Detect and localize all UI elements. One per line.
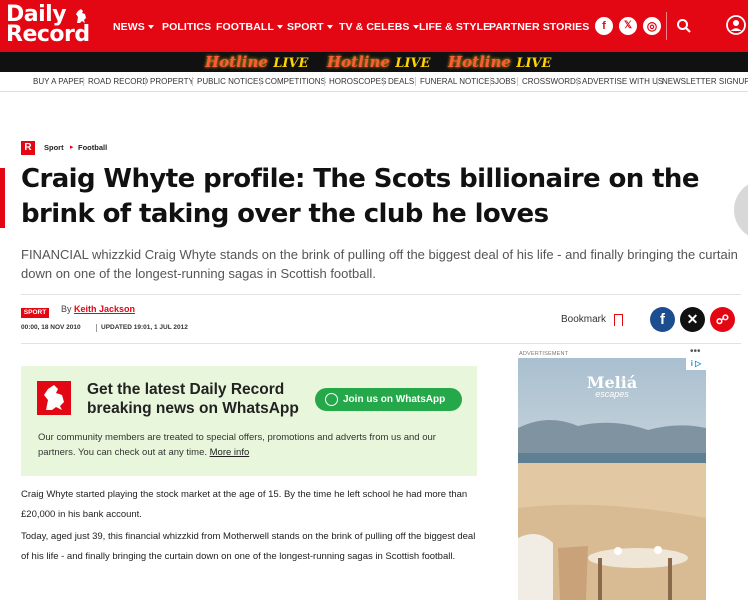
subnav-separator [324, 77, 325, 86]
subnav-road-record[interactable]: ROAD RECORD [88, 77, 148, 86]
share-facebook-icon[interactable]: f [650, 307, 675, 332]
share-x-icon[interactable]: ✕ [680, 307, 705, 332]
chevron-down-icon [326, 25, 333, 30]
advertisement-label: ADVERTISEMENT [519, 351, 569, 357]
subnav-separator [490, 77, 491, 86]
divider [21, 343, 741, 344]
bookmark-icon[interactable] [614, 314, 623, 331]
subnav-funeral-notices[interactable]: FUNERAL NOTICES [420, 77, 495, 86]
whatsapp-promo-text: Our community members are treated to spe… [38, 430, 468, 460]
whatsapp-promo-title: Get the latest Daily Record breaking new… [87, 381, 299, 417]
article-paragraph: Craig Whyte started playing the stock ma… [21, 489, 468, 520]
subnav-competitions[interactable]: COMPETITIONS [265, 77, 326, 86]
chevron-down-icon [276, 25, 283, 30]
join-whatsapp-label: Join us on WhatsApp [343, 394, 446, 405]
subnav-separator [145, 77, 146, 86]
subnav-advertise[interactable]: ADVERTISE WITH US [582, 77, 663, 86]
nav-item-sport[interactable]: SPORT [287, 21, 333, 33]
advertisement-banner[interactable]: Meliá escapes i ▷ [518, 358, 706, 600]
article-standfirst: FINANCIAL whizzkid Craig Whyte stands on… [21, 247, 738, 281]
search-icon[interactable] [676, 18, 692, 34]
chevron-down-icon [147, 25, 154, 30]
hotline-logo: Hotline LIVE [327, 53, 431, 71]
nav-item-news[interactable]: NEWS [113, 21, 154, 33]
sub-navigation-bar: BUY A PAPER ROAD RECORD PROPERTY PUBLIC … [0, 72, 748, 92]
instagram-icon[interactable]: ◎ [643, 17, 661, 35]
whatsapp-icon [325, 393, 338, 406]
ad-options-icon[interactable]: ••• [690, 346, 701, 357]
subnav-buy-a-paper[interactable]: BUY A PAPER [33, 77, 85, 86]
hotline-logo: Hotline LIVE [205, 53, 309, 71]
subnav-separator [517, 77, 518, 86]
nav-item-tv-celebs[interactable]: TV & CELEBS [339, 21, 419, 33]
byline-prefix: By [61, 304, 72, 314]
top-navigation-bar: Daily Record NEWS POLITICS FOOTBALL SPOR… [0, 0, 748, 52]
subnav-separator [657, 77, 658, 86]
melia-logo-tagline: escapes [595, 389, 629, 399]
hotline-logo: Hotline LIVE [448, 53, 552, 71]
nav-item-football[interactable]: FOOTBALL [216, 21, 283, 33]
nav-item-politics[interactable]: POLITICS [162, 21, 211, 33]
author-link[interactable]: Keith Jackson [74, 304, 135, 314]
join-whatsapp-button[interactable]: Join us on WhatsApp [315, 388, 462, 411]
chevron-down-icon [412, 25, 419, 30]
subnav-deals[interactable]: DEALS [388, 77, 414, 86]
daily-record-lion-logo [37, 381, 71, 415]
subnav-separator [260, 77, 261, 86]
logo-line-2: Record [6, 22, 90, 47]
side-scroll-handle[interactable] [734, 180, 748, 240]
sport-tag-badge[interactable]: SPORT [21, 308, 49, 318]
lion-rampant-icon [76, 9, 86, 23]
updated-date: UPDATED 19:01, 1 JUL 2012 [101, 324, 188, 331]
divider [21, 294, 741, 295]
subnav-horoscopes[interactable]: HOROSCOPES [329, 77, 386, 86]
x-icon[interactable]: 𝕏 [619, 17, 637, 35]
subnav-separator [577, 77, 578, 86]
whatsapp-promo-box: Get the latest Daily Record breaking new… [21, 366, 477, 476]
nav-item-partner-stories[interactable]: PARTNER STORIES [489, 21, 589, 33]
adchoices-icon[interactable]: i ▷ [686, 358, 706, 370]
subnav-public-notices[interactable]: PUBLIC NOTICES [197, 77, 264, 86]
subnav-separator [383, 77, 384, 86]
bookmark-label[interactable]: Bookmark [561, 314, 606, 325]
subnav-property[interactable]: PROPERTY [150, 77, 194, 86]
subnav-separator [415, 77, 416, 86]
breadcrumb-sport[interactable]: Sport [44, 143, 64, 152]
breadcrumb-football[interactable]: Football [78, 143, 107, 152]
subnav-crosswords[interactable]: CROSSWORDS [522, 77, 581, 86]
nav-divider [666, 12, 667, 40]
subnav-newsletter[interactable]: NEWSLETTER SIGNUP [662, 77, 748, 86]
chevron-right-icon: ▸ [70, 144, 74, 151]
share-link-icon[interactable]: ☍ [710, 307, 735, 332]
more-info-link[interactable]: More info [210, 447, 250, 458]
published-date: 00:00, 18 NOV 2010 [21, 324, 81, 331]
article-headline: Craig Whyte profile: The Scots billionai… [21, 164, 699, 229]
brand-badge: R [21, 141, 35, 155]
date-separator [96, 324, 97, 332]
nav-item-life-style[interactable]: LIFE & STYLE [419, 21, 490, 33]
article-paragraph: Today, aged just 39, this financial whiz… [21, 531, 476, 562]
account-icon[interactable] [726, 15, 746, 35]
subnav-separator [192, 77, 193, 86]
facebook-icon[interactable]: f [595, 17, 613, 35]
headline-accent-bar [0, 168, 5, 228]
subnav-separator [83, 77, 84, 86]
hotline-live-banner[interactable]: Hotline LIVE Hotline LIVE Hotline LIVE [0, 52, 748, 72]
subnav-jobs[interactable]: JOBS [495, 77, 516, 86]
daily-record-logo[interactable]: Daily Record [6, 4, 98, 49]
